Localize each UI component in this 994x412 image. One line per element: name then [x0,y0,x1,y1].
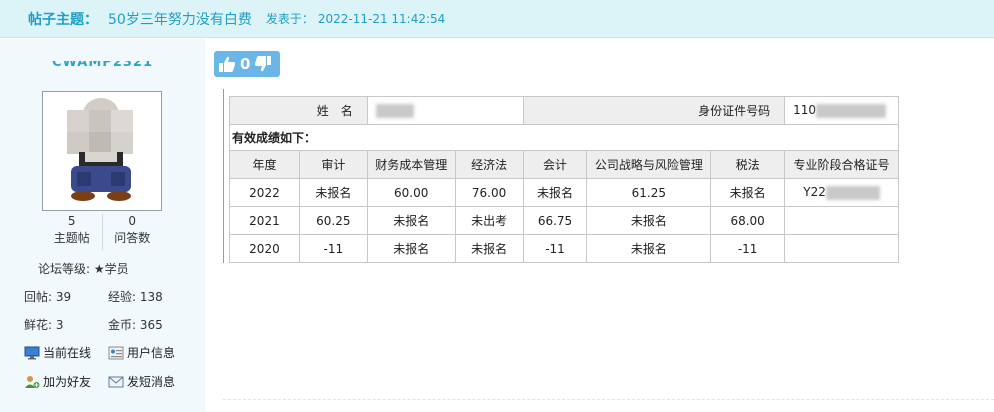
add-friend-button[interactable]: 加为好友 [24,373,108,390]
table-cell: 2022 [229,178,300,207]
certificate-number: Y22 [784,178,899,207]
score-table: 姓 名 身份证件号码 110 有效成绩如下： 年度 审计 财务成本管理 经济法 … [229,96,899,263]
post-content: 0 姓 名 身份证件号码 110 有效成绩如下： 年度 审计 财务成本管理 经济… [205,39,994,412]
table-cell: -11 [298,234,368,263]
col-header: 年度 [229,150,300,179]
table-cell: -11 [522,234,588,263]
topic-label: 帖子主题： [28,11,98,28]
table-cell: 未报名 [454,234,524,263]
table-header-row: 年度 审计 财务成本管理 经济法 会计 公司战略与风险管理 税法 专业阶段合格证… [229,150,899,179]
user-stats: 5 主题帖 0 问答数 [42,214,162,250]
col-header: 财务成本管理 [366,150,456,179]
table-cell: 未报名 [366,206,456,235]
action-row: 当前在线 用户信息 [24,344,204,361]
thumbs-down-icon[interactable] [254,55,272,73]
avatar-figure-icon [43,92,161,210]
section-title: 有效成绩如下： [229,124,899,151]
table-cell: 66.75 [522,206,588,235]
table-row: 2021 60.25 未报名 未出考 66.75 未报名 68.00 [229,206,899,235]
table-cell: 61.25 [586,178,712,207]
vote-count: 0 [240,55,251,73]
post-date: 2022-11-21 11:42:54 [317,11,446,26]
col-header: 审计 [298,150,368,179]
table-cell: 76.00 [454,178,524,207]
table-cell [784,234,899,263]
table-cell: 68.00 [710,206,786,235]
table-row: 2020 -11 未报名 未报名 -11 未报名 -11 [229,234,899,263]
replies-count: 回帖: 39 [24,290,72,304]
col-header: 公司战略与风险管理 [586,150,712,179]
username[interactable]: CWAMP2321 [52,61,152,75]
post-header: 帖子主题： 50岁三年努力没有白费 发表于： 2022-11-21 11:42:… [0,0,994,38]
table-cell: 2020 [229,234,300,263]
name-label: 姓 名 [229,96,368,125]
name-value [366,96,524,125]
gold-coins: 金币: 365 [108,318,163,332]
stat-topics[interactable]: 5 主题帖 [42,214,102,250]
table-cell: -11 [710,234,786,263]
table-row: 2022 未报名 60.00 76.00 未报名 61.25 未报名 Y22 [229,178,899,207]
table-cell: 未报名 [586,234,712,263]
id-number-label: 身份证件号码 [522,96,786,125]
col-header: 税法 [710,150,786,179]
info-row: 鲜花: 3 金币: 365 [24,316,204,333]
envelope-icon [108,376,124,387]
profile-card-icon [108,346,124,359]
stat-questions[interactable]: 0 问答数 [101,214,163,250]
table-cell: 60.25 [298,206,368,235]
table-cell: 未报名 [710,178,786,207]
id-number-value: 110 [784,96,899,125]
experience-points: 经验: 138 [108,290,163,304]
action-row: 加为好友 发短消息 [24,373,204,390]
online-status-button[interactable]: 当前在线 [24,344,108,361]
divider [223,399,994,400]
user-info-button[interactable]: 用户信息 [108,344,175,361]
table-cell: 未出考 [454,206,524,235]
table-cell: 未报名 [522,178,588,207]
table-cell: 未报名 [586,206,712,235]
post-date-label: 发表于： [265,12,314,26]
flowers-count: 鲜花: 3 [24,318,64,332]
send-message-button[interactable]: 发短消息 [108,373,175,390]
forum-level: 论坛等级: ★学员 [38,262,129,276]
monitor-icon [24,346,40,359]
col-header: 专业阶段合格证号 [784,150,899,179]
vote-widget: 0 [214,51,280,77]
col-header: 经济法 [454,150,524,179]
col-header: 会计 [522,150,588,179]
table-cell: 未报名 [298,178,368,207]
post-title[interactable]: 50岁三年努力没有白费 [108,9,252,29]
user-sidebar: CWAMP2321 5 主题帖 0 问答数 论坛等级: ★学员 回帖: 39 经… [0,39,205,412]
add-friend-icon [25,375,40,388]
avatar[interactable] [42,91,162,211]
table-row: 有效成绩如下： [229,124,899,151]
table-cell: 未报名 [366,234,456,263]
table-cell [784,206,899,235]
table-row: 姓 名 身份证件号码 110 [229,96,899,125]
info-row: 回帖: 39 经验: 138 [24,288,204,305]
table-cell: 60.00 [366,178,456,207]
table-cell: 2021 [229,206,300,235]
thumbs-up-icon[interactable] [218,55,236,73]
